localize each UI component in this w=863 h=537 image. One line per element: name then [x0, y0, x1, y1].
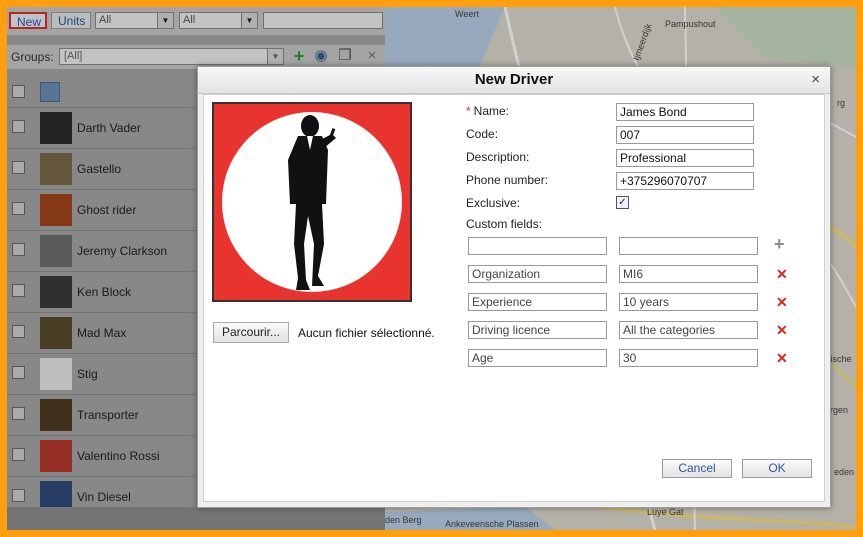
browse-button[interactable]: Parcourir... — [213, 322, 290, 343]
description-label: Description: — [466, 150, 530, 164]
custom-fields-label: Custom fields: — [466, 217, 543, 231]
add-field-icon[interactable]: + — [774, 235, 785, 253]
custom-field-name[interactable]: Driving licence — [468, 321, 607, 339]
app-frame: Weert Pampushout Ijmeerdijk Luye Gat Ank… — [7, 7, 856, 530]
custom-field-value[interactable]: 10 years — [619, 293, 758, 311]
ok-button[interactable]: OK — [742, 459, 812, 478]
custom-field-name[interactable]: Experience — [468, 293, 607, 311]
phone-label: Phone number: — [466, 173, 549, 187]
driver-photo — [212, 102, 412, 302]
custom-field-value[interactable]: All the categories — [619, 321, 758, 339]
new-driver-dialog: New Driver × Parcourir... Aucun fichier — [197, 66, 831, 508]
exclusive-label: Exclusive: — [466, 196, 521, 210]
close-icon[interactable]: × — [811, 71, 820, 89]
custom-field-name-input[interactable] — [468, 237, 607, 255]
delete-field-icon[interactable]: ✕ — [776, 294, 788, 310]
custom-field-value[interactable]: 30 — [619, 349, 758, 367]
file-status: Aucun fichier sélectionné. — [298, 326, 435, 340]
dialog-title: New Driver — [198, 67, 830, 94]
cancel-button[interactable]: Cancel — [662, 459, 732, 478]
dialog-body: Parcourir... Aucun fichier sélectionné. … — [203, 94, 825, 502]
code-field[interactable]: 007 — [616, 126, 754, 144]
delete-field-icon[interactable]: ✕ — [776, 322, 788, 338]
phone-field[interactable]: +375296070707 — [616, 172, 754, 190]
name-label: * Name: — [466, 104, 509, 118]
name-field[interactable]: James Bond — [616, 103, 754, 121]
exclusive-checkbox[interactable]: ✓ — [616, 196, 629, 209]
custom-field-name[interactable]: Age — [468, 349, 607, 367]
description-field[interactable]: Professional — [616, 149, 754, 167]
required-mark: * — [466, 104, 471, 118]
silhouette-image — [214, 104, 410, 300]
delete-field-icon[interactable]: ✕ — [776, 266, 788, 282]
name-label-text: Name: — [473, 104, 510, 118]
code-label: Code: — [466, 127, 499, 141]
custom-field-value-input[interactable] — [619, 237, 758, 255]
custom-field-value[interactable]: MI6 — [619, 265, 758, 283]
custom-field-name[interactable]: Organization — [468, 265, 607, 283]
delete-field-icon[interactable]: ✕ — [776, 350, 788, 366]
